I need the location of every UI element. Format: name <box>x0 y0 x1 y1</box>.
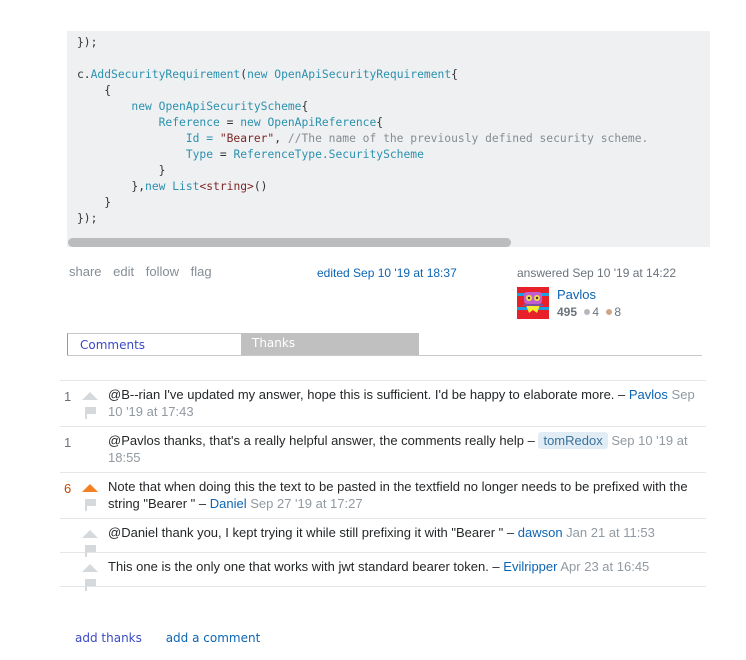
avatar[interactable] <box>517 287 549 319</box>
code-token: { <box>376 116 384 129</box>
code-token: { <box>77 84 112 97</box>
answer-author-link[interactable]: Pavlos <box>557 287 596 302</box>
comment-separator: – <box>195 495 210 511</box>
comment-text: @Pavlos thanks, that's a really helpful … <box>108 433 524 448</box>
comment-body: @Pavlos thanks, that's a really helpful … <box>108 432 706 466</box>
upvote-icon[interactable] <box>82 530 98 538</box>
comment-list: 1 @B--rian I've updated my answer, hope t… <box>60 380 706 591</box>
code-token: Type <box>185 148 214 161</box>
code-token: AddSecurityRequirement <box>90 68 241 81</box>
comment-score: 6 <box>64 481 72 496</box>
comment-item: 1 @B--rian I've updated my answer, hope t… <box>60 381 706 427</box>
comment-date-link[interactable]: Sep 27 '19 at 17:27 <box>250 496 362 511</box>
tab-comments[interactable]: Comments <box>67 333 241 355</box>
code-token: }); <box>77 36 98 49</box>
comment-body: @B--rian I've updated my answer, hope th… <box>108 387 706 420</box>
answered-timestamp: answered Sep 10 '19 at 14:22 <box>517 266 677 280</box>
code-token: OpenApiSecurityRequirement <box>274 68 452 81</box>
share-link[interactable]: share <box>69 264 102 279</box>
comment-item: @Daniel thank you, I kept trying it whil… <box>60 519 706 557</box>
code-token: { <box>301 100 309 113</box>
bronze-badge-icon <box>606 309 613 316</box>
code-token: <string> <box>199 180 254 193</box>
upvote-icon[interactable] <box>82 564 98 572</box>
comment-separator: – <box>524 433 539 448</box>
flag-icon[interactable] <box>85 407 96 419</box>
code-token: OpenApiSecurityScheme <box>158 100 302 113</box>
upvote-icon[interactable] <box>82 484 98 492</box>
comment-text: @B--rian I've updated my answer, hope th… <box>108 387 615 402</box>
code-token: //The name of the previously defined sec… <box>287 132 649 145</box>
code-token: c. <box>77 68 91 81</box>
comment-date-link[interactable]: Apr 23 at 16:45 <box>560 559 649 574</box>
comment-body: This one is the only one that works with… <box>108 559 706 576</box>
code-horizontal-scrollbar[interactable] <box>68 238 511 247</box>
flag-icon[interactable] <box>85 579 96 591</box>
comment-author-link[interactable]: Daniel <box>210 496 247 511</box>
follow-link[interactable]: follow <box>146 264 179 279</box>
code-token: ReferenceType.SecurityScheme <box>233 148 424 161</box>
silver-badge-count: 4 <box>592 305 600 319</box>
code-token: "Bearer" <box>219 132 275 145</box>
code-token: Id = <box>77 132 220 145</box>
code-text: }); c.AddSecurityRequirement(new OpenApi… <box>67 31 710 227</box>
code-token: Reference <box>158 116 220 129</box>
code-token: List <box>172 180 200 193</box>
edit-link[interactable]: edit <box>113 264 134 279</box>
comment-item: 6 Note that when doing this the text to b… <box>60 473 706 519</box>
comment-text: This one is the only one that works with… <box>108 559 489 574</box>
code-token: () <box>253 180 268 193</box>
code-token: = <box>219 116 241 129</box>
code-token: = <box>213 148 234 161</box>
comment-separator: – <box>503 525 518 540</box>
comment-separator: – <box>614 387 629 402</box>
upvote-icon[interactable] <box>82 392 98 400</box>
comment-separator: – <box>488 559 504 574</box>
code-token: new <box>240 116 261 129</box>
comment-score: 1 <box>64 435 72 450</box>
flag-link[interactable]: flag <box>191 264 212 279</box>
comment-author-link[interactable]: dawson <box>518 525 563 540</box>
comment-body: Note that when doing this the text to be… <box>108 479 706 512</box>
reputation-score: 495 <box>557 305 578 319</box>
code-token: , <box>274 132 288 145</box>
comment-score: 1 <box>64 389 72 404</box>
comment-text: @Daniel thank you, I kept trying it whil… <box>108 525 504 540</box>
add-comment-link[interactable]: add a comment <box>166 631 261 645</box>
comment-author-link[interactable]: Evilripper <box>503 559 557 574</box>
comment-author-link[interactable]: Pavlos <box>629 387 668 402</box>
silver-badge-icon <box>584 309 591 316</box>
code-token: new <box>131 100 152 113</box>
comment-date-link[interactable]: Jan 21 at 11:53 <box>566 525 655 540</box>
code-token: } <box>77 164 166 177</box>
post-menu: share edit follow flag <box>69 264 220 279</box>
comment-body: @Daniel thank you, I kept trying it whil… <box>108 525 706 542</box>
comment-tabs: Comments Thanks <box>67 333 702 356</box>
reputation: 495 4 8 <box>557 305 621 319</box>
code-token: { <box>451 68 458 81</box>
code-token: new <box>247 68 268 81</box>
code-token: }, <box>77 180 146 193</box>
add-thanks-link[interactable]: add thanks <box>75 631 142 645</box>
flag-icon[interactable] <box>85 499 96 511</box>
tab-thanks[interactable]: Thanks <box>241 333 419 355</box>
code-token: } <box>77 196 112 209</box>
code-token: OpenApiReference <box>267 116 377 129</box>
edited-timestamp-link[interactable]: edited Sep 10 '19 at 18:37 <box>317 266 457 280</box>
code-block: }); c.AddSecurityRequirement(new OpenApi… <box>67 31 710 247</box>
comment-author-link[interactable]: tomRedox <box>538 432 608 449</box>
code-token: new <box>145 180 166 193</box>
code-token: }); <box>77 212 98 225</box>
comment-item: 1 @Pavlos thanks, that's a really helpful… <box>60 427 706 473</box>
bronze-badge-count: 8 <box>614 305 622 319</box>
comment-actions: add thanks add a comment <box>75 631 260 645</box>
comment-item: This one is the only one that works with… <box>60 553 706 591</box>
